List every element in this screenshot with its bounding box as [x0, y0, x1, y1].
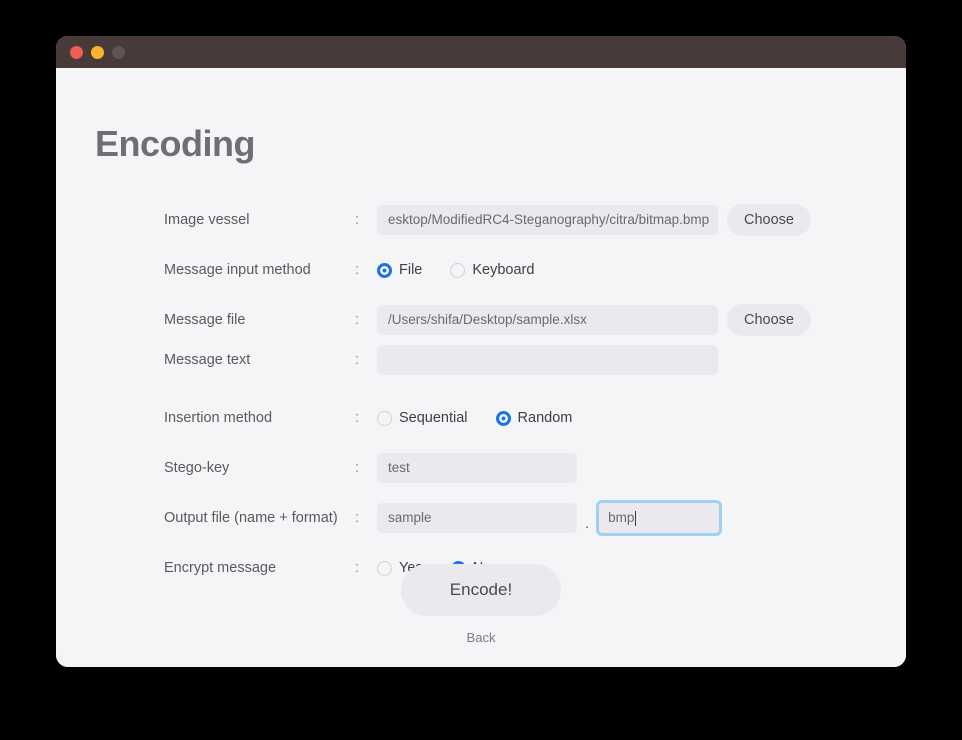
radio-group-insertion-method: Sequential Random	[377, 410, 600, 426]
minimize-window-icon[interactable]	[91, 45, 104, 59]
field-area-message-text	[377, 345, 718, 375]
radio-unselected-icon	[377, 410, 392, 426]
radio-insertion-random[interactable]: Random	[495, 410, 573, 426]
colon-message-text: :	[355, 352, 360, 368]
row-insertion-method: Insertion method : Sequential Random	[56, 398, 906, 438]
label-output-file: Output file (name + format)	[164, 510, 338, 526]
label-insertion-method: Insertion method	[164, 410, 273, 426]
colon-message-file: :	[355, 312, 360, 328]
stego-key-input[interactable]: test	[377, 453, 577, 483]
row-message-text: Message text :	[56, 340, 906, 380]
colon-stego-key: :	[355, 460, 360, 476]
field-area-message-file: /Users/shifa/Desktop/sample.xlsx Choose	[377, 304, 811, 336]
radio-message-input-keyboard[interactable]: Keyboard	[450, 262, 534, 278]
label-message-file: Message file	[164, 312, 246, 328]
colon-output-file: :	[355, 510, 360, 526]
field-area-stego-key: test	[377, 453, 577, 483]
output-file-name-input[interactable]: sample	[377, 503, 577, 533]
output-file-separator: .	[585, 515, 590, 532]
field-area-insertion-method: Sequential Random	[377, 410, 600, 426]
maximize-window-icon[interactable]	[112, 45, 125, 59]
form-footer: Encode! Back	[56, 564, 906, 645]
colon-insertion-method: :	[355, 410, 360, 426]
field-area-message-input-method: File Keyboard	[377, 262, 562, 278]
radio-message-input-file[interactable]: File	[377, 262, 422, 278]
back-link[interactable]: Back	[56, 630, 906, 645]
radio-selected-icon	[377, 262, 392, 278]
radio-label-random: Random	[517, 410, 573, 426]
radio-label-file: File	[399, 262, 423, 278]
label-message-input-method: Message input method	[164, 262, 311, 278]
radio-insertion-sequential[interactable]: Sequential	[377, 410, 468, 426]
window-content: Encoding Image vessel : esktop/ModifiedR…	[56, 68, 906, 667]
text-cursor	[635, 510, 637, 526]
page-title: Encoding	[95, 123, 256, 164]
choose-image-vessel-button[interactable]: Choose	[727, 204, 811, 236]
message-text-input[interactable]	[377, 345, 718, 375]
close-window-icon[interactable]	[70, 45, 83, 59]
radio-group-message-input-method: File Keyboard	[377, 262, 562, 278]
row-stego-key: Stego-key : test	[56, 448, 906, 488]
row-message-input-method: Message input method : File Keyboard	[56, 250, 906, 290]
app-window: Encoding Image vessel : esktop/ModifiedR…	[56, 36, 906, 667]
choose-message-file-button[interactable]: Choose	[727, 304, 811, 336]
field-area-image-vessel: esktop/ModifiedRC4-Steganography/citra/b…	[377, 204, 811, 236]
field-area-output-file: sample . bmp	[377, 500, 723, 536]
label-stego-key: Stego-key	[164, 460, 230, 476]
radio-label-sequential: Sequential	[399, 410, 468, 426]
output-file-extension-value: bmp	[608, 510, 635, 525]
colon-image-vessel: :	[355, 212, 360, 228]
row-message-file: Message file : /Users/shifa/Desktop/samp…	[56, 300, 906, 340]
row-image-vessel: Image vessel : esktop/ModifiedRC4-Stegan…	[56, 200, 906, 240]
label-image-vessel: Image vessel	[164, 212, 250, 228]
radio-unselected-icon	[450, 262, 466, 278]
encode-button[interactable]: Encode!	[401, 564, 561, 616]
image-vessel-input[interactable]: esktop/ModifiedRC4-Steganography/citra/b…	[377, 205, 718, 235]
radio-label-keyboard: Keyboard	[472, 262, 535, 278]
message-file-input[interactable]: /Users/shifa/Desktop/sample.xlsx	[377, 305, 718, 335]
encoding-form: Image vessel : esktop/ModifiedRC4-Stegan…	[56, 200, 906, 588]
output-file-extension-input[interactable]: bmp	[596, 500, 723, 536]
row-output-file: Output file (name + format) : sample . b…	[56, 498, 906, 538]
radio-selected-icon	[495, 410, 511, 426]
colon-message-input-method: :	[355, 262, 360, 278]
titlebar	[56, 36, 906, 68]
label-message-text: Message text	[164, 352, 251, 368]
